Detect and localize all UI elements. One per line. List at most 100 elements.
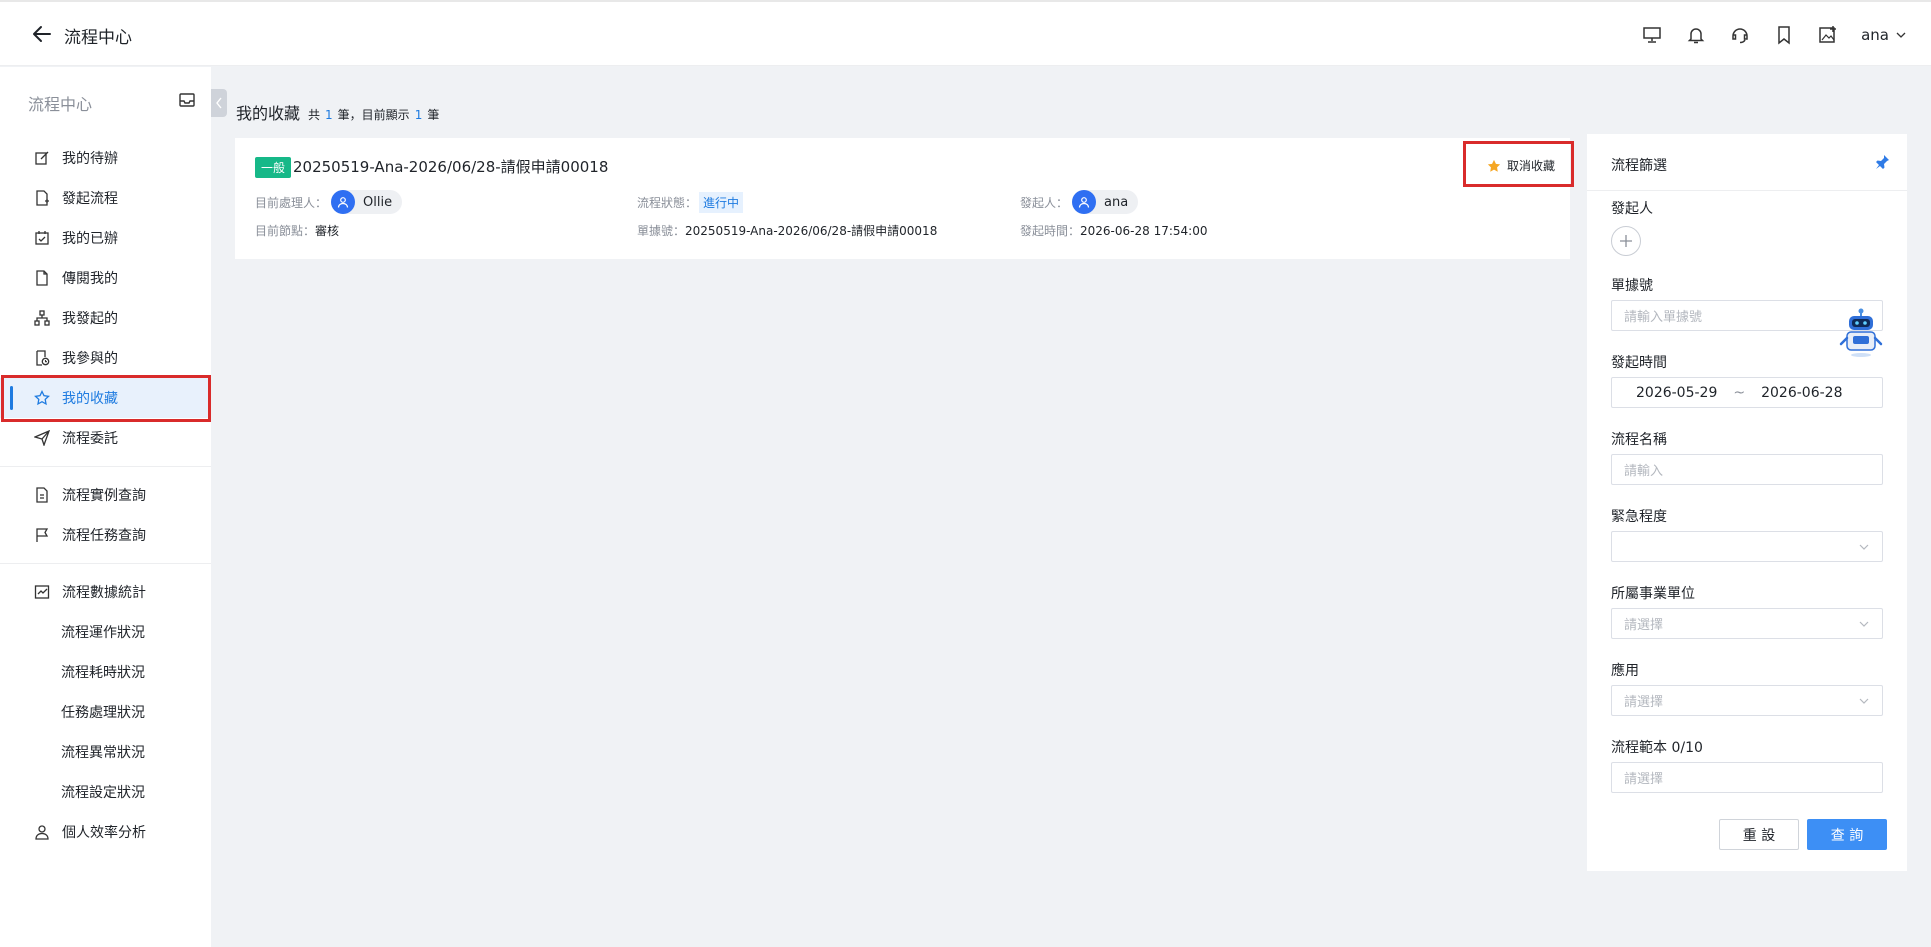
flag-icon — [34, 527, 50, 543]
robot-assistant-icon[interactable] — [1839, 308, 1883, 358]
business-unit-select[interactable]: 請選擇 — [1611, 608, 1883, 639]
current-handler: 目前處理人： Ollie — [255, 190, 403, 214]
filter-unit-label: 所屬事業單位 — [1611, 586, 1695, 602]
date-to: 2026-06-28 — [1761, 384, 1843, 401]
top-header: 流程中心 ana — [0, 0, 1931, 66]
process-title[interactable]: 20250519-Ana-2026/06/28-請假申請00018 — [293, 156, 608, 177]
document-number: 單據號： 20250519-Ana-2026/06/28-請假申請00018 — [637, 222, 937, 239]
avatar-icon — [1072, 190, 1097, 214]
date-from: 2026-05-29 — [1636, 384, 1718, 401]
sidebar-item-personal-efficiency[interactable]: 個人效率分析 — [0, 812, 211, 852]
placeholder: 請選擇 — [1624, 772, 1664, 787]
record-count: 共 1 筆，目前顯示 1 筆 — [308, 106, 439, 123]
sidebar-item-participated[interactable]: 我參與的 — [0, 338, 211, 378]
chevron-down-icon — [1859, 621, 1869, 627]
sidebar-item-done[interactable]: 我的已辦 — [0, 218, 211, 258]
sidebar: 流程中心 我的待辦 發起流程 我的已辦 傳閱我的 我發起的 我參與的 我的收藏 … — [0, 67, 211, 947]
count-mid: 筆，目前顯示 — [337, 108, 410, 122]
sidebar-item-statistics[interactable]: 流程數據統計 — [0, 572, 211, 612]
inbox-icon[interactable] — [178, 91, 196, 109]
sidebar-item-circulated[interactable]: 傳閱我的 — [0, 258, 211, 298]
current-node: 目前節點： 審核 — [255, 222, 339, 239]
image-add-icon[interactable] — [1817, 24, 1839, 46]
sidebar-item-instance-query[interactable]: 流程實例查詢 — [0, 475, 211, 515]
sidebar-subitem[interactable]: 流程異常狀況 — [0, 732, 211, 772]
filter-header: 流程篩選 — [1587, 134, 1907, 191]
placeholder: 請選擇 — [1624, 618, 1664, 633]
sidebar-item-label: 流程數據統計 — [62, 585, 146, 601]
sidebar-collapse-handle[interactable] — [211, 89, 227, 117]
sidebar-item-label: 任務處理狀況 — [61, 705, 145, 721]
sidebar-divider — [0, 466, 211, 467]
sidebar-menu: 我的待辦 發起流程 我的已辦 傳閱我的 我發起的 我參與的 我的收藏 流程委託 — [0, 138, 211, 852]
filter-title: 流程篩選 — [1611, 158, 1667, 174]
placeholder: 請輸入 — [1624, 464, 1664, 479]
chevron-down-icon — [1859, 698, 1869, 704]
filter-name-label: 流程名稱 — [1611, 432, 1667, 448]
date-separator: ~ — [1733, 384, 1746, 401]
bookmark-icon[interactable] — [1773, 24, 1795, 46]
sidebar-item-delegation[interactable]: 流程委託 — [0, 418, 211, 458]
process-name-input[interactable]: 請輸入 — [1611, 454, 1883, 485]
highlight-favorites — [1, 375, 211, 422]
sidebar-item-task-query[interactable]: 流程任務查詢 — [0, 515, 211, 555]
sidebar-item-label: 發起流程 — [62, 191, 118, 207]
sidebar-item-label: 我發起的 — [62, 311, 118, 327]
pin-icon[interactable] — [1874, 154, 1890, 170]
edit-icon — [34, 150, 50, 166]
monitor-icon[interactable] — [1641, 24, 1663, 46]
headset-icon[interactable] — [1729, 24, 1751, 46]
org-tree-icon — [34, 310, 50, 326]
initiator: 發起人： ana — [1020, 190, 1139, 214]
query-button[interactable]: 查 詢 — [1807, 819, 1887, 850]
field-value: 2026-06-28 17:54:00 — [1080, 223, 1208, 238]
sidebar-subitem[interactable]: 流程運作狀況 — [0, 612, 211, 652]
template-select[interactable]: 請選擇 — [1611, 762, 1883, 793]
user-menu[interactable]: ana — [1861, 26, 1907, 44]
sidebar-item-todo[interactable]: 我的待辦 — [0, 138, 211, 178]
chevron-down-icon — [1896, 32, 1906, 38]
filter-initiator-label: 發起人 — [1611, 201, 1653, 217]
count-prefix: 共 — [308, 108, 321, 122]
sidebar-item-label: 我的待辦 — [62, 151, 118, 167]
priority-tag: 一般 — [255, 157, 292, 178]
field-label: 目前節點： — [255, 224, 316, 238]
sidebar-subitem[interactable]: 流程耗時狀況 — [0, 652, 211, 692]
user-chip: ana — [1072, 190, 1139, 214]
avatar-icon — [331, 190, 356, 214]
count-suffix: 筆 — [427, 108, 440, 122]
sidebar-item-initiated[interactable]: 我發起的 — [0, 298, 211, 338]
application-select[interactable]: 請選擇 — [1611, 685, 1883, 716]
field-label: 流程狀態： — [637, 196, 698, 210]
reset-button[interactable]: 重 設 — [1719, 819, 1799, 850]
sidebar-subitem[interactable]: 任務處理狀況 — [0, 692, 211, 732]
field-label: 目前處理人： — [255, 195, 328, 210]
sidebar-subitem[interactable]: 流程設定狀況 — [0, 772, 211, 812]
file-search-icon — [34, 487, 50, 503]
shown-count: 1 — [414, 108, 423, 122]
field-label: 單據號： — [637, 224, 686, 238]
highlight-unfavorite — [1463, 141, 1574, 187]
user-icon — [34, 824, 50, 840]
chevron-left-icon — [216, 97, 222, 109]
user-chip: Ollie — [331, 190, 403, 214]
sidebar-item-label: 流程任務查詢 — [62, 528, 146, 544]
process-card[interactable]: 一般 20250519-Ana-2026/06/28-請假申請00018 取消收… — [235, 138, 1570, 259]
total-count: 1 — [325, 108, 333, 122]
sidebar-item-label: 流程設定狀況 — [61, 785, 145, 801]
back-arrow-icon[interactable] — [30, 22, 54, 46]
sidebar-item-label: 流程耗時狀況 — [61, 665, 145, 681]
add-initiator-button[interactable] — [1611, 226, 1641, 256]
status-badge: 進行中 — [699, 192, 744, 213]
date-range-input[interactable]: 2026-05-29 ~ 2026-06-28 — [1611, 377, 1883, 408]
check-calendar-icon — [34, 230, 50, 246]
field-value: 20250519-Ana-2026/06/28-請假申請00018 — [685, 224, 938, 238]
bell-icon[interactable] — [1685, 24, 1707, 46]
sidebar-item-label: 個人效率分析 — [62, 825, 146, 841]
send-icon — [34, 430, 50, 446]
placeholder: 請輸入單據號 — [1624, 310, 1703, 325]
file-add-icon — [34, 190, 50, 206]
chevron-down-icon — [1859, 544, 1869, 550]
sidebar-item-start-process[interactable]: 發起流程 — [0, 178, 211, 218]
urgency-select[interactable] — [1611, 531, 1883, 562]
